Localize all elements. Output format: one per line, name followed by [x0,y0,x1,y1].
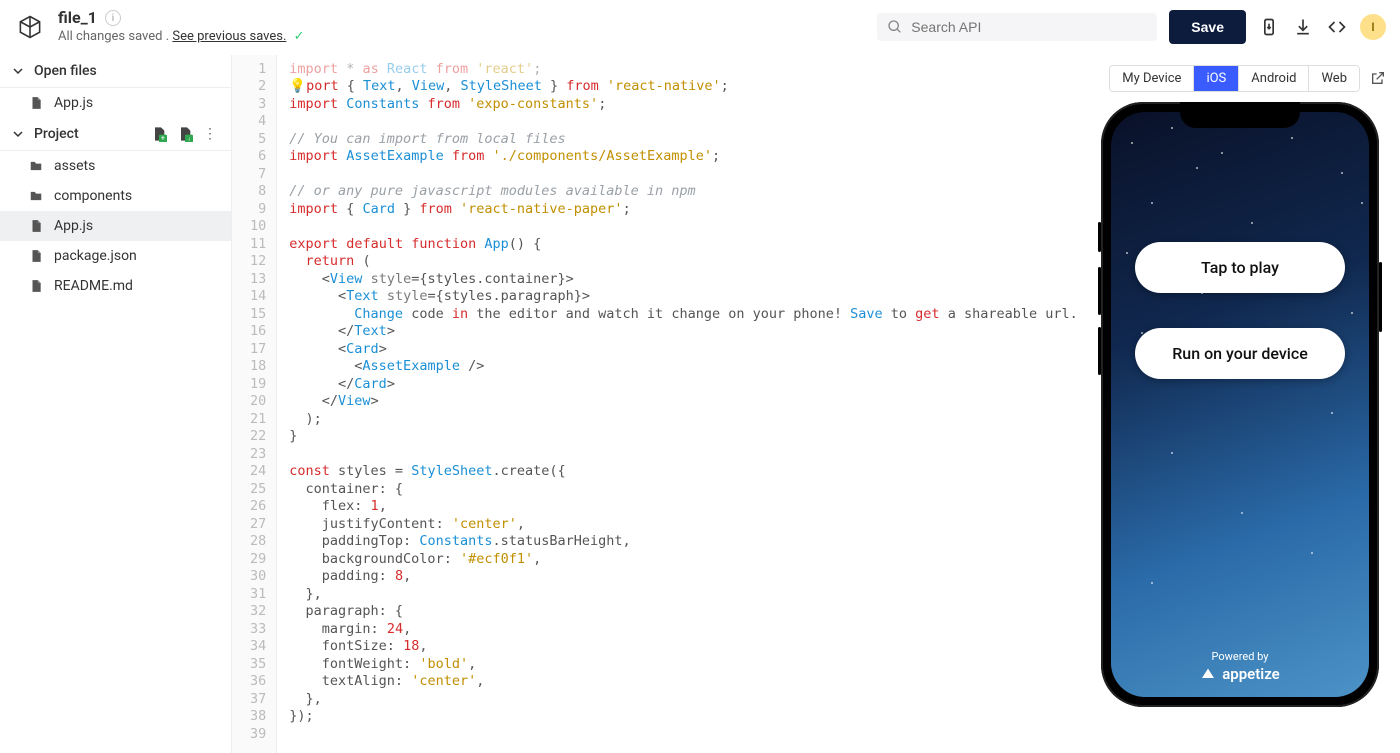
snack-logo-icon [14,11,46,43]
powered-by: Powered by appetize [1111,650,1369,683]
sidebar: Open files App.js Project + ↓ [0,55,232,753]
code-area[interactable]: import * as React from 'react';💡port { T… [277,55,1077,753]
import-file-icon[interactable]: ↓ [177,126,193,142]
file-name: package.json [54,248,137,264]
folder-icon [28,158,44,174]
tab-ios[interactable]: iOS [1194,66,1239,91]
see-previous-saves-link[interactable]: See previous saves. [172,29,286,44]
tab-android[interactable]: Android [1239,66,1309,91]
project-item[interactable]: README.md [0,271,231,301]
project-title: file_1 [58,8,97,29]
file-icon [28,248,44,264]
search-input-wrapper[interactable] [877,13,1157,41]
project-item[interactable]: assets [0,151,231,181]
code-editor[interactable]: 1234567891011121314151617181920212223242… [232,55,1080,753]
search-icon [887,19,903,35]
tap-to-play-button[interactable]: Tap to play [1135,242,1345,293]
file-name: assets [54,158,95,174]
new-file-icon[interactable]: + [151,126,167,142]
save-status: All changes saved . See previous saves. … [58,29,305,46]
file-icon [28,95,44,111]
file-name: components [54,188,132,204]
svg-text:+: + [161,133,165,141]
more-menu-icon[interactable]: ⋮ [203,126,219,142]
file-icon [28,278,44,294]
file-name: App.js [54,218,93,234]
preview-panel: My DeviceiOSAndroidWeb Tap to play Run o… [1080,55,1400,753]
device-frame: Tap to play Run on your device Powered b… [1101,102,1379,707]
header: file_1 i All changes saved . See previou… [0,0,1400,55]
chevron-down-icon [12,65,26,77]
download-icon[interactable] [1292,16,1314,38]
chevron-down-icon [12,128,26,140]
project-item[interactable]: components [0,181,231,211]
open-files-header[interactable]: Open files [0,55,231,88]
folder-icon [28,188,44,204]
search-input[interactable] [911,19,1147,35]
project-item[interactable]: App.js [0,211,231,241]
project-header[interactable]: Project + ↓ ⋮ [0,118,231,151]
avatar[interactable]: I [1360,14,1386,40]
file-name: App.js [54,95,93,111]
open-external-icon[interactable] [1370,70,1386,86]
save-button[interactable]: Save [1169,10,1246,44]
appetize-logo-icon [1200,666,1216,682]
project-label: Project [34,126,79,142]
svg-text:↓: ↓ [188,135,191,141]
powered-label: Powered by [1111,650,1369,663]
embed-icon[interactable] [1326,16,1348,38]
platform-tabs: My DeviceiOSAndroidWeb [1109,65,1360,92]
file-name: README.md [54,278,133,294]
tab-web[interactable]: Web [1309,66,1359,91]
open-file-item[interactable]: App.js [0,88,231,118]
saved-text: All changes saved . [58,29,169,44]
title-block: file_1 i All changes saved . See previou… [58,8,305,46]
open-files-label: Open files [34,63,219,79]
appetize-brand: appetize [1222,665,1279,683]
file-icon [28,218,44,234]
project-item[interactable]: package.json [0,241,231,271]
check-icon: ✓ [294,29,305,44]
device-icon[interactable] [1258,16,1280,38]
info-icon[interactable]: i [105,10,121,26]
tab-my-device[interactable]: My Device [1110,66,1194,91]
device-screen: Tap to play Run on your device Powered b… [1111,112,1369,697]
run-on-device-button[interactable]: Run on your device [1135,328,1345,379]
line-gutter: 1234567891011121314151617181920212223242… [232,55,277,753]
